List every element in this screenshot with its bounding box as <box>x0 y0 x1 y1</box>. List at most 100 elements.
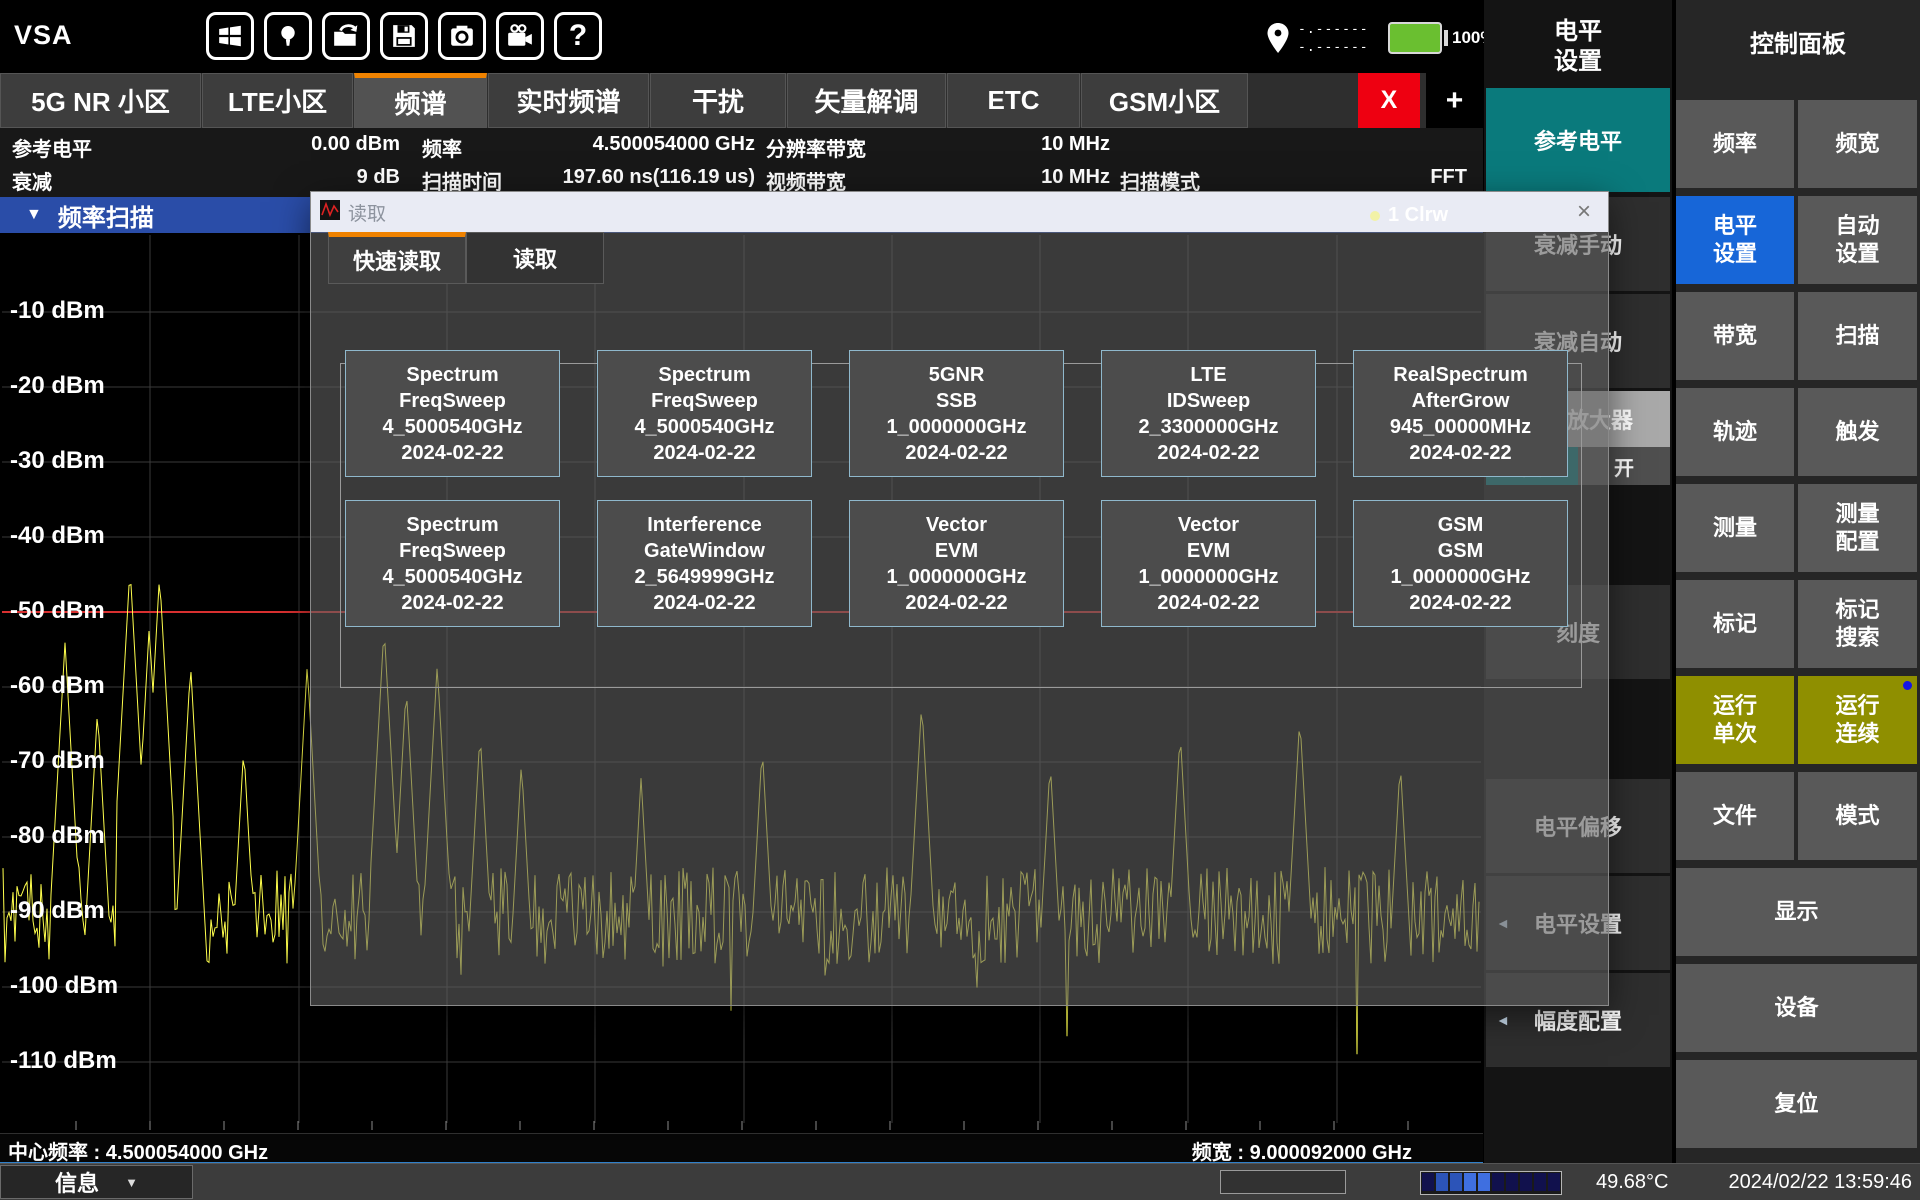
battery-nub <box>1444 30 1448 46</box>
saved-setting-card-RealSpectrum[interactable]: RealSpectrumAfterGrow945_00000MHz2024-02… <box>1353 350 1568 477</box>
panel-button-触发[interactable]: 触发 <box>1798 388 1917 476</box>
datetime-label: 2024/02/22 13:59:46 <box>1620 1171 1912 1194</box>
progress-segment-4 <box>1478 1173 1490 1191</box>
continuous-run-indicator-dot <box>1903 681 1912 690</box>
saved-setting-card-Vector[interactable]: VectorEVM1_0000000GHz2024-02-22 <box>1101 500 1316 627</box>
panel-button-复位[interactable]: 复位 <box>1676 1060 1917 1148</box>
tab-GSM小区[interactable]: GSM小区 <box>1081 73 1248 128</box>
dialog-close-icon[interactable]: × <box>1570 199 1598 225</box>
y-axis-tick--70 dBm: -70 dBm <box>10 747 105 775</box>
card-line: 2024-02-22 <box>346 590 559 616</box>
tab-实时频谱[interactable]: 实时频谱 <box>488 73 649 128</box>
panel-button-标记[interactable]: 标记 <box>1676 580 1794 668</box>
card-line: IDSweep <box>1102 388 1315 414</box>
panel-button-频宽[interactable]: 频宽 <box>1798 100 1917 188</box>
y-axis-tick--60 dBm: -60 dBm <box>10 672 105 700</box>
windows-icon[interactable] <box>206 12 254 60</box>
tab-矢量解调[interactable]: 矢量解调 <box>787 73 946 128</box>
card-line: 2024-02-22 <box>1354 590 1567 616</box>
tab-ETC[interactable]: ETC <box>947 73 1080 128</box>
y-axis-tick--80 dBm: -80 dBm <box>10 822 105 850</box>
saved-setting-card-Spectrum[interactable]: SpectrumFreqSweep4_5000540GHz2024-02-22 <box>345 350 560 477</box>
progress-segment-6 <box>1506 1173 1518 1191</box>
panel-button-文件[interactable]: 文件 <box>1676 772 1794 860</box>
saved-setting-card-Vector[interactable]: VectorEVM1_0000000GHz2024-02-22 <box>849 500 1064 627</box>
dialog-tab-读取[interactable]: 读取 <box>466 232 604 284</box>
location-pin-icon <box>1266 22 1290 54</box>
panel-button-运行连续[interactable]: 运行 连续 <box>1798 676 1917 764</box>
trace-legend: 1 Clrw <box>1370 204 1448 227</box>
save-icon[interactable] <box>380 12 428 60</box>
softkey-参考电平[interactable]: 参考电平 <box>1486 88 1670 192</box>
y-axis-tick--40 dBm: -40 dBm <box>10 522 105 550</box>
center-frequency-label: 中心频率 : 4.500054000 GHz <box>8 1136 268 1165</box>
panel-button-标记搜索[interactable]: 标记 搜索 <box>1798 580 1917 668</box>
panel-button-测量配置[interactable]: 测量 配置 <box>1798 484 1917 572</box>
card-line: RealSpectrum <box>1354 362 1567 388</box>
tab-5G NR 小区[interactable]: 5G NR 小区 <box>0 73 201 128</box>
panel-button-设备[interactable]: 设备 <box>1676 964 1917 1052</box>
gps-line-2: -.------ <box>1298 41 1369 54</box>
saved-setting-card-LTE[interactable]: LTEIDSweep2_3300000GHz2024-02-22 <box>1101 350 1316 477</box>
setting-label-衰减: 衰减 <box>12 166 52 195</box>
panel-button-模式[interactable]: 模式 <box>1798 772 1917 860</box>
app-logo: VSA <box>14 20 73 51</box>
card-line: 2024-02-22 <box>850 590 1063 616</box>
card-line: GSM <box>1354 512 1567 538</box>
card-line: 5GNR <box>850 362 1063 388</box>
card-line: 1_0000000GHz <box>850 564 1063 590</box>
card-line: Spectrum <box>346 512 559 538</box>
card-line: 1_0000000GHz <box>1354 564 1567 590</box>
panel-button-运行单次[interactable]: 运行 单次 <box>1676 676 1794 764</box>
info-dropdown-label: 信息 <box>55 1166 99 1198</box>
sweep-window-title: 频率扫描 <box>58 198 154 233</box>
card-line: 2_5649999GHz <box>598 564 811 590</box>
card-line: 945_00000MHz <box>1354 414 1567 440</box>
panel-button-测量[interactable]: 测量 <box>1676 484 1794 572</box>
recall-folder-icon[interactable] <box>322 12 370 60</box>
saved-setting-card-5GNR[interactable]: 5GNRSSB1_0000000GHz2024-02-22 <box>849 350 1064 477</box>
setting-value-分辨率带宽: 10 MHz <box>780 133 1110 156</box>
setting-value-扫描模式: FFT <box>1137 166 1467 189</box>
panel-button-带宽[interactable]: 带宽 <box>1676 292 1794 380</box>
panel-button-轨迹[interactable]: 轨迹 <box>1676 388 1794 476</box>
dialog-tab-快速读取[interactable]: 快速读取 <box>328 232 466 284</box>
control-panel-header: 控制面板 <box>1676 24 1920 59</box>
card-line: 2024-02-22 <box>346 440 559 466</box>
saved-setting-card-Interference[interactable]: InterferenceGateWindow2_5649999GHz2024-0… <box>597 500 812 627</box>
card-line: 1_0000000GHz <box>1102 564 1315 590</box>
submenu-back-icon: ◄ <box>1496 1012 1510 1028</box>
panel-button-扫描[interactable]: 扫描 <box>1798 292 1917 380</box>
setting-value-参考电平: 0.00 dBm <box>70 133 400 156</box>
gps-indicator: -.------ -.------ <box>1266 22 1369 54</box>
add-tab-button[interactable]: + <box>1426 73 1483 128</box>
card-line: Spectrum <box>346 362 559 388</box>
tab-LTE小区[interactable]: LTE小区 <box>202 73 353 128</box>
bulb-icon[interactable] <box>264 12 312 60</box>
dialog-title: 读取 <box>348 199 386 226</box>
saved-setting-card-Spectrum[interactable]: SpectrumFreqSweep4_5000540GHz2024-02-22 <box>345 500 560 627</box>
panel-button-自动设置[interactable]: 自动 设置 <box>1798 196 1917 284</box>
tab-干扰[interactable]: 干扰 <box>650 73 786 128</box>
panel-button-频率[interactable]: 频率 <box>1676 100 1794 188</box>
help-icon[interactable]: ? <box>554 12 602 60</box>
vsa-app: VSA <box>0 0 1920 1200</box>
saved-setting-card-GSM[interactable]: GSMGSM1_0000000GHz2024-02-22 <box>1353 500 1568 627</box>
close-tab-button[interactable]: X <box>1358 73 1420 128</box>
video-record-icon[interactable] <box>496 12 544 60</box>
saved-setting-card-Spectrum[interactable]: SpectrumFreqSweep4_5000540GHz2024-02-22 <box>597 350 812 477</box>
dialog-body: 保存设置 SpectrumFreqSweep4_5000540GHz2024-0… <box>311 232 1608 1005</box>
control-panel: 控制面板 频率频宽电平 设置自动 设置带宽扫描轨迹触发测量测量 配置标记标记 搜… <box>1676 0 1920 1163</box>
softkey-blank <box>1486 1070 1670 1162</box>
panel-button-电平设置[interactable]: 电平 设置 <box>1676 196 1794 284</box>
y-axis-tick--50 dBm: -50 dBm <box>10 597 105 625</box>
camera-icon[interactable] <box>438 12 486 60</box>
tab-频谱[interactable]: 频谱 <box>354 73 487 128</box>
progress-segment-7 <box>1520 1173 1532 1191</box>
card-line: 2024-02-22 <box>598 440 811 466</box>
setting-value-频率: 4.500054000 GHz <box>425 133 755 156</box>
card-line: FreqSweep <box>346 538 559 564</box>
softkey-column-header: 电平 设置 <box>1484 8 1672 86</box>
info-dropdown[interactable]: 信息 ▼ <box>0 1165 193 1199</box>
panel-button-显示[interactable]: 显示 <box>1676 868 1917 956</box>
